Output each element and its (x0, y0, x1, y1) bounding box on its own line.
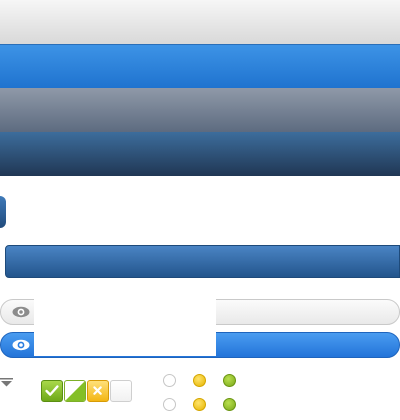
checkbox-cross[interactable] (87, 380, 109, 402)
panel-cover (34, 296, 216, 356)
blue-toolbar (0, 44, 400, 88)
radio-green[interactable] (223, 374, 236, 387)
radio-yellow[interactable] (193, 398, 206, 411)
side-tab-handle[interactable] (0, 196, 6, 228)
navy-header-bar (5, 245, 400, 278)
checkbox-checked[interactable] (41, 380, 63, 402)
checkbox-unchecked[interactable] (110, 380, 132, 402)
radio-yellow[interactable] (193, 374, 206, 387)
radio-green[interactable] (223, 398, 236, 411)
dropdown-arrow-icon[interactable] (0, 378, 14, 388)
checkbox-partial[interactable] (64, 380, 86, 402)
eye-icon (12, 339, 30, 351)
eye-icon (12, 306, 30, 318)
partial-icon (65, 381, 85, 401)
check-icon (45, 385, 59, 396)
light-toolbar (0, 0, 400, 44)
navy-toolbar (0, 132, 400, 176)
gray-toolbar (0, 88, 400, 132)
cross-icon (93, 386, 102, 395)
radio-unchecked[interactable] (163, 374, 176, 387)
radio-unchecked[interactable] (163, 398, 176, 411)
